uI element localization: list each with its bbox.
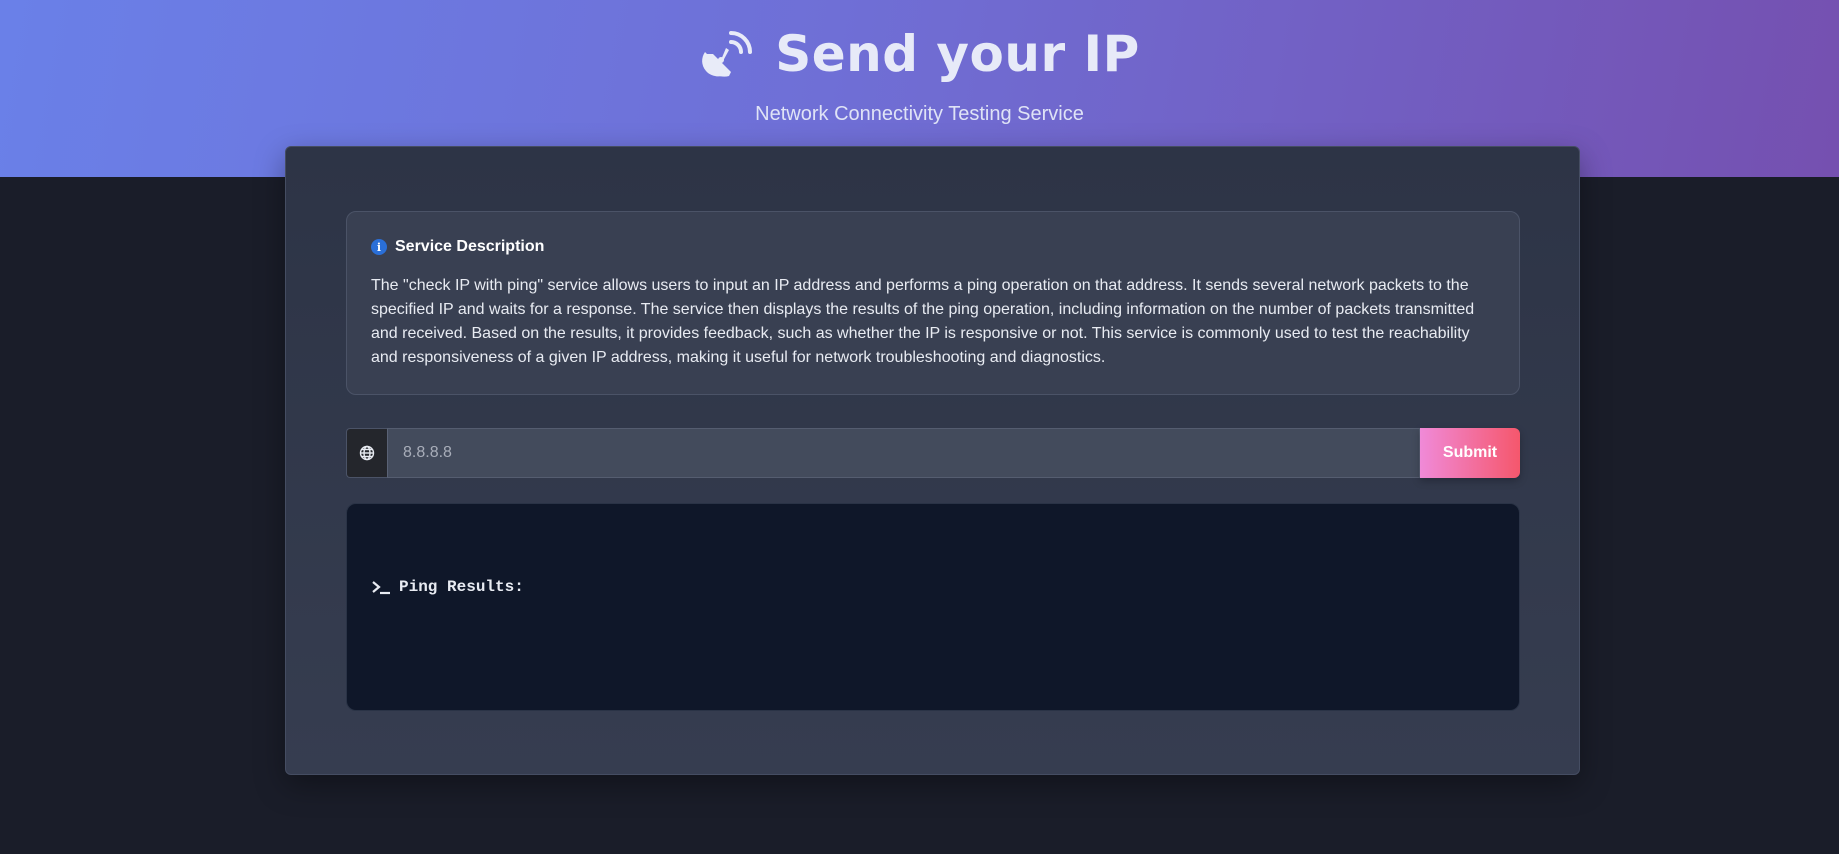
main-card: i Service Description The "check IP with…: [285, 146, 1580, 775]
submit-button[interactable]: Submit: [1420, 428, 1520, 478]
header-brand: Send your IP: [0, 24, 1839, 84]
ip-address-input[interactable]: [387, 428, 1420, 478]
page-subtitle: Network Connectivity Testing Service: [755, 103, 1084, 125]
satellite-dish-icon: [699, 28, 755, 84]
service-description-header: i Service Description: [371, 238, 1495, 256]
ping-results-panel: Ping Results:: [346, 503, 1520, 711]
ip-form: Submit: [346, 428, 1520, 478]
terminal-icon: [371, 579, 391, 595]
page-title: Send your IP: [775, 25, 1140, 83]
service-description-panel: i Service Description The "check IP with…: [346, 211, 1520, 395]
service-description-title: Service Description: [395, 238, 545, 255]
ping-results-label: Ping Results:: [399, 578, 524, 596]
info-icon: i: [371, 239, 387, 255]
service-description-text: The "check IP with ping" service allows …: [371, 277, 1475, 366]
globe-icon: [346, 428, 387, 478]
ping-results-header: Ping Results:: [371, 578, 524, 596]
